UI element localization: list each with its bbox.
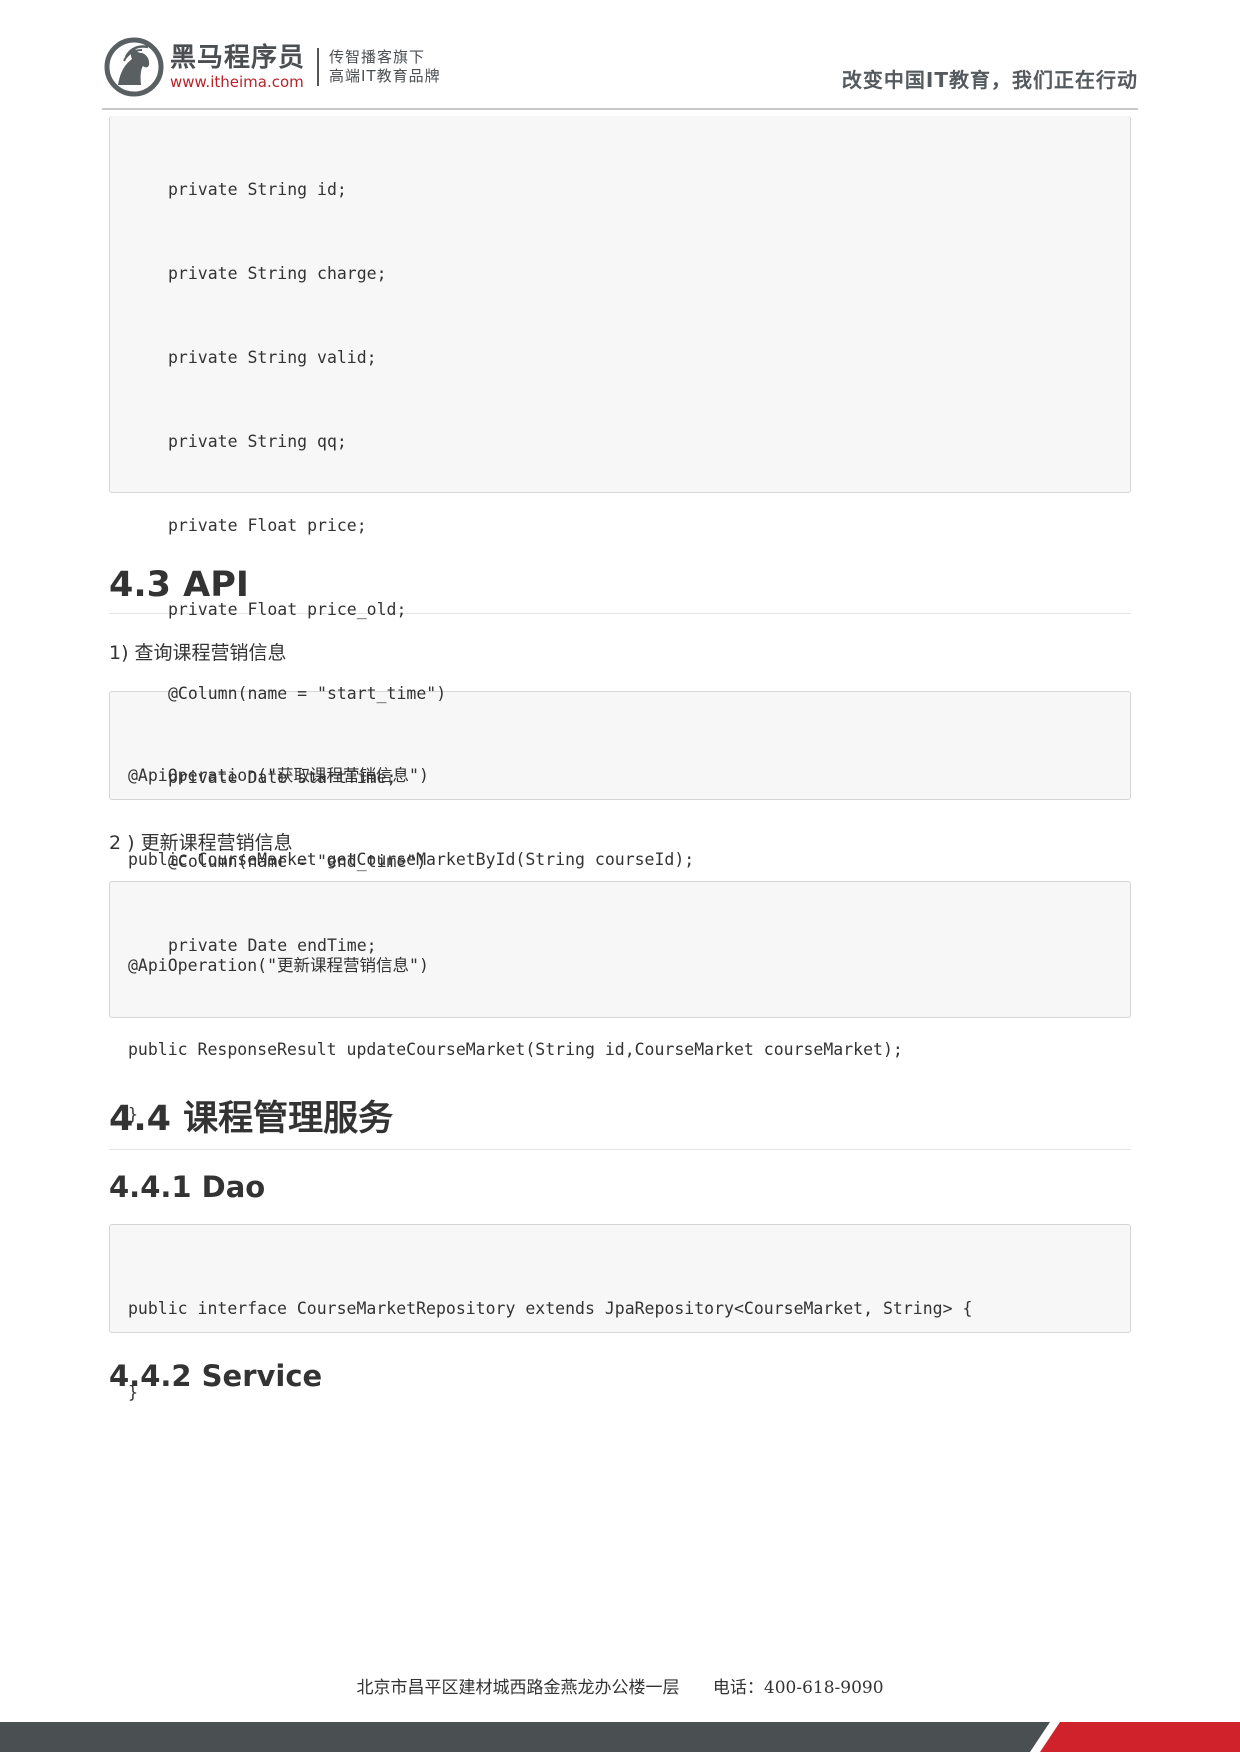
footer-address: 北京市昌平区建材城西路金燕龙办公楼一层 xyxy=(356,1678,680,1698)
page-header: 黑马程序员 www.itheima.com 传智播客旗下 高端IT教育品牌 改变… xyxy=(0,0,1240,112)
brand-name: 黑马程序员 xyxy=(170,43,306,73)
page-footer: 北京市昌平区建材城西路金燕龙办公楼一层 电话：400-618-9090 xyxy=(0,1673,1240,1698)
subsection-heading-service: 4.4.2 Service xyxy=(109,1359,323,1393)
code-line: private String id; xyxy=(168,180,347,199)
code-block-entity-fields: private String id; private String charge… xyxy=(109,116,1131,1124)
code-line: public interface CourseMarketRepository … xyxy=(128,1299,973,1318)
brand-tagline-line2: 高端IT教育品牌 xyxy=(329,67,441,85)
code-line: public ResponseResult updateCourseMarket… xyxy=(128,1040,903,1059)
header-slogan: 改变中国IT教育，我们正在行动 xyxy=(841,68,1138,92)
footer-bar-red xyxy=(1040,1722,1240,1752)
code-line: private Float price; xyxy=(168,516,367,535)
code-line: private String valid; xyxy=(168,348,377,367)
brand-tagline: 传智播客旗下 高端IT教育品牌 xyxy=(329,48,441,86)
section-heading-4-4: 4.4 课程管理服务 xyxy=(109,1090,1131,1150)
subsection-heading-dao: 4.4.1 Dao xyxy=(109,1170,266,1204)
brand-tagline-line1: 传智播客旗下 xyxy=(329,48,426,66)
footer-phone: 电话：400-618-9090 xyxy=(712,1678,884,1698)
brand-url: www.itheima.com xyxy=(170,73,304,91)
code-line: private String qq; xyxy=(168,432,347,451)
logo: 黑马程序员 www.itheima.com 传智播客旗下 高端IT教育品牌 xyxy=(104,37,441,97)
code-line: @ApiOperation("获取课程营销信息") xyxy=(128,766,429,785)
header-divider xyxy=(102,108,1138,110)
code-line: @ApiOperation("更新课程营销信息") xyxy=(128,956,429,975)
list-item-query: 1) 查询课程营销信息 xyxy=(109,642,287,664)
code-line: private String charge; xyxy=(168,264,387,283)
code-block-repository: public interface CourseMarketRepository … xyxy=(109,1224,1131,1402)
logo-divider xyxy=(317,48,320,86)
document-content: private String id; private String charge… xyxy=(109,116,1131,1402)
footer-bar xyxy=(0,1722,1240,1752)
brand: 黑马程序员 www.itheima.com xyxy=(170,43,305,91)
horse-head-icon xyxy=(104,37,164,97)
